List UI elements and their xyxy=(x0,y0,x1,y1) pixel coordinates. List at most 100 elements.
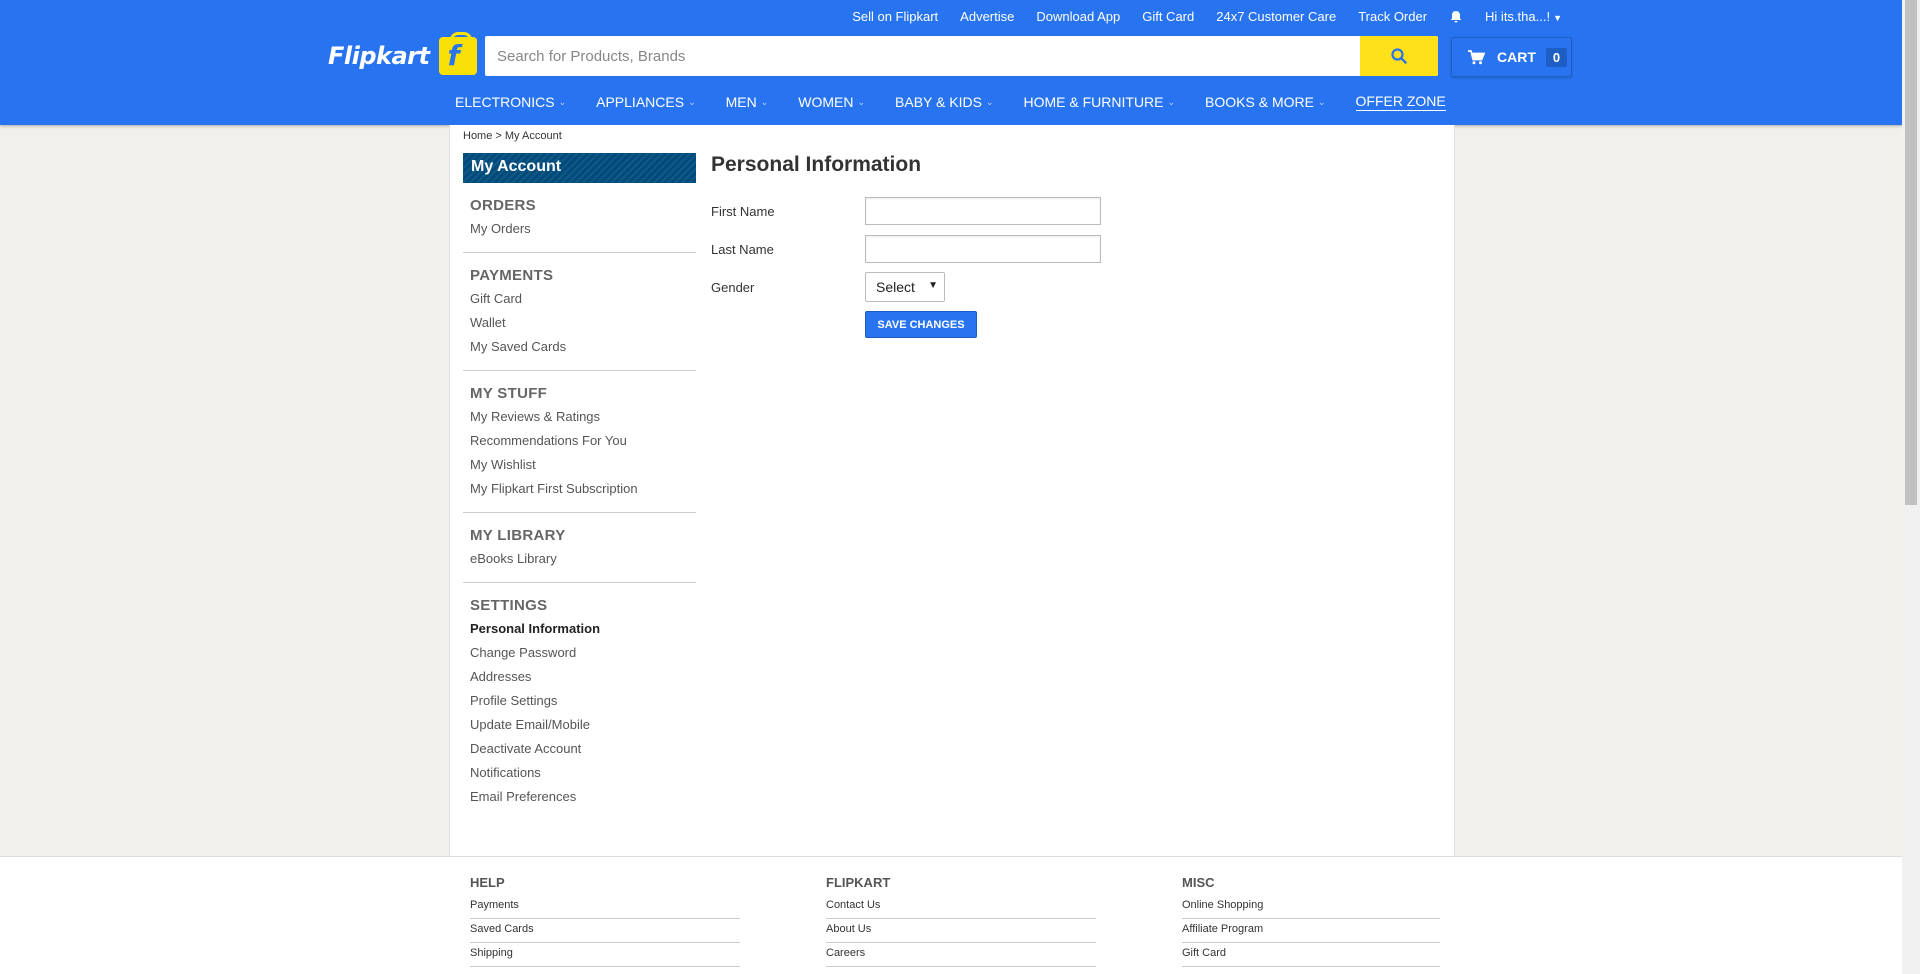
breadcrumb-current: My Account xyxy=(504,130,562,142)
advertise-link[interactable]: Advertise xyxy=(960,9,1014,24)
sidebar-item-update-email[interactable]: Update Email/Mobile xyxy=(470,713,689,737)
footer-heading: FLIPKART xyxy=(826,875,891,890)
user-greeting: Hi its.tha...! xyxy=(1485,9,1551,24)
nav-label: OFFER ZONE xyxy=(1355,93,1446,109)
cart-button[interactable]: CART 0 xyxy=(1451,37,1572,77)
sidebar-item-ebooks[interactable]: eBooks Library xyxy=(470,547,689,571)
search-input[interactable] xyxy=(485,36,1360,76)
section-heading: MY LIBRARY xyxy=(470,527,566,544)
dropdown-arrow-icon: ▼ xyxy=(928,280,938,291)
chevron-down-icon: ⌄ xyxy=(558,96,567,107)
sidebar-section-settings: SETTINGS Personal Information Change Pas… xyxy=(463,583,696,820)
section-heading: MY STUFF xyxy=(470,385,548,402)
footer-link-gift-card[interactable]: Gift Card xyxy=(1182,943,1440,967)
logo-text: Flipkart xyxy=(328,42,430,70)
sidebar-item-saved-cards[interactable]: My Saved Cards xyxy=(470,335,689,359)
last-name-field[interactable] xyxy=(865,235,1101,263)
category-nav: ELECTRONICS ⌄ APPLIANCES ⌄ MEN ⌄ WOMEN ⌄ BAB… xyxy=(455,93,1446,111)
nav-electronics[interactable]: ELECTRONICS ⌄ xyxy=(455,93,566,111)
first-name-field[interactable] xyxy=(865,197,1101,225)
sidebar-section-payments: PAYMENTS Gift Card Wallet My Saved Cards xyxy=(463,253,696,371)
section-heading: ORDERS xyxy=(470,197,536,214)
chevron-down-icon: ⌄ xyxy=(1167,96,1176,107)
last-name-label: Last Name xyxy=(711,241,774,257)
footer-link-about[interactable]: About Us xyxy=(826,919,1096,943)
search-bar xyxy=(485,36,1438,76)
footer-link-shipping[interactable]: Shipping xyxy=(470,943,740,967)
sidebar-item-addresses[interactable]: Addresses xyxy=(470,665,689,689)
breadcrumb-home[interactable]: Home xyxy=(463,130,492,142)
sidebar-section-orders: ORDERS My Orders xyxy=(463,183,696,253)
gift-card-link[interactable]: Gift Card xyxy=(1142,9,1194,24)
footer-link-saved-cards[interactable]: Saved Cards xyxy=(470,919,740,943)
scrollbar-thumb[interactable] xyxy=(1905,0,1917,505)
first-name-label: First Name xyxy=(711,203,775,219)
cart-label: CART xyxy=(1497,49,1536,65)
nav-offer-zone[interactable]: OFFER ZONE xyxy=(1355,93,1446,111)
bell-icon[interactable] xyxy=(1449,10,1463,24)
last-name-row: Last Name xyxy=(711,230,1101,268)
sidebar-item-notifications[interactable]: Notifications xyxy=(470,761,689,785)
chevron-down-icon: ⌄ xyxy=(760,96,769,107)
footer-link-contact[interactable]: Contact Us xyxy=(826,895,1096,919)
nav-label: BABY & KIDS xyxy=(895,94,982,110)
nav-label: WOMEN xyxy=(798,94,854,110)
footer-col-help: HELP Payments Saved Cards Shipping xyxy=(470,875,740,967)
search-icon xyxy=(1391,48,1407,64)
page-scrollbar[interactable] xyxy=(1902,0,1920,974)
sidebar-item-deactivate[interactable]: Deactivate Account xyxy=(470,737,689,761)
download-app-link[interactable]: Download App xyxy=(1036,9,1120,24)
breadcrumb: Home > My Account xyxy=(463,130,562,142)
main-container: Home > My Account My Account ORDERS My O… xyxy=(449,125,1455,856)
first-name-row: First Name xyxy=(711,192,1101,230)
search-button[interactable] xyxy=(1360,36,1438,76)
cart-count-badge: 0 xyxy=(1545,47,1568,67)
sell-on-flipkart-link[interactable]: Sell on Flipkart xyxy=(852,9,938,24)
footer-link-careers[interactable]: Careers xyxy=(826,943,1096,967)
footer: HELP Payments Saved Cards Shipping FLIPK… xyxy=(0,856,1902,974)
sidebar-item-wishlist[interactable]: My Wishlist xyxy=(470,453,689,477)
nav-appliances[interactable]: APPLIANCES ⌄ xyxy=(596,93,695,111)
nav-women[interactable]: WOMEN ⌄ xyxy=(798,93,865,111)
gender-selected-value: Select xyxy=(876,279,915,295)
gender-select[interactable]: Select ▼ xyxy=(865,272,945,302)
flipkart-logo[interactable]: Flipkart f xyxy=(328,32,477,75)
footer-link-affiliate[interactable]: Affiliate Program xyxy=(1182,919,1440,943)
sidebar-item-gift-card[interactable]: Gift Card xyxy=(470,287,689,311)
chevron-down-icon: ⌄ xyxy=(1317,96,1326,107)
nav-label: MEN xyxy=(725,94,757,110)
nav-label: APPLIANCES xyxy=(596,94,685,110)
sidebar-title: My Account xyxy=(463,153,696,183)
sidebar-section-my-stuff: MY STUFF My Reviews & Ratings Recommenda… xyxy=(463,371,696,513)
footer-link-online-shopping[interactable]: Online Shopping xyxy=(1182,895,1440,919)
sidebar-item-wallet[interactable]: Wallet xyxy=(470,311,689,335)
sidebar-item-first-subscription[interactable]: My Flipkart First Subscription xyxy=(470,477,689,501)
shopping-bag-icon: f xyxy=(438,32,477,75)
save-changes-button[interactable]: SAVE CHANGES xyxy=(865,311,977,338)
nav-label: BOOKS & MORE xyxy=(1205,94,1314,110)
personal-info-form: Personal Information First Name Last Nam… xyxy=(711,153,1101,338)
nav-label: HOME & FURNITURE xyxy=(1023,94,1164,110)
sidebar-item-reviews[interactable]: My Reviews & Ratings xyxy=(470,405,689,429)
track-order-link[interactable]: Track Order xyxy=(1358,9,1427,24)
footer-col-flipkart: FLIPKART Contact Us About Us Careers xyxy=(826,875,1096,967)
nav-men[interactable]: MEN ⌄ xyxy=(726,93,769,111)
customer-care-link[interactable]: 24x7 Customer Care xyxy=(1216,9,1336,24)
page-title: Personal Information xyxy=(711,153,922,176)
user-menu[interactable]: Hi its.tha...! ▼ xyxy=(1485,9,1562,24)
nav-books-more[interactable]: BOOKS & MORE ⌄ xyxy=(1205,93,1325,111)
sidebar-item-profile-settings[interactable]: Profile Settings xyxy=(470,689,689,713)
nav-baby-kids[interactable]: BABY & KIDS ⌄ xyxy=(895,93,993,111)
sidebar-item-my-orders[interactable]: My Orders xyxy=(470,217,689,241)
sidebar-item-email-preferences[interactable]: Email Preferences xyxy=(470,785,689,809)
chevron-down-icon: ⌄ xyxy=(985,96,994,107)
footer-link-payments[interactable]: Payments xyxy=(470,895,740,919)
sidebar-item-personal-info[interactable]: Personal Information xyxy=(470,617,689,641)
header: Sell on Flipkart Advertise Download App … xyxy=(0,0,1902,125)
sidebar-item-recommendations[interactable]: Recommendations For You xyxy=(470,429,689,453)
gender-row: Gender Select ▼ xyxy=(711,268,1101,306)
account-sidebar: My Account ORDERS My Orders PAYMENTS Gif… xyxy=(463,153,696,820)
section-heading: SETTINGS xyxy=(470,597,548,614)
nav-home-furniture[interactable]: HOME & FURNITURE ⌄ xyxy=(1024,93,1176,111)
sidebar-item-change-password[interactable]: Change Password xyxy=(470,641,689,665)
